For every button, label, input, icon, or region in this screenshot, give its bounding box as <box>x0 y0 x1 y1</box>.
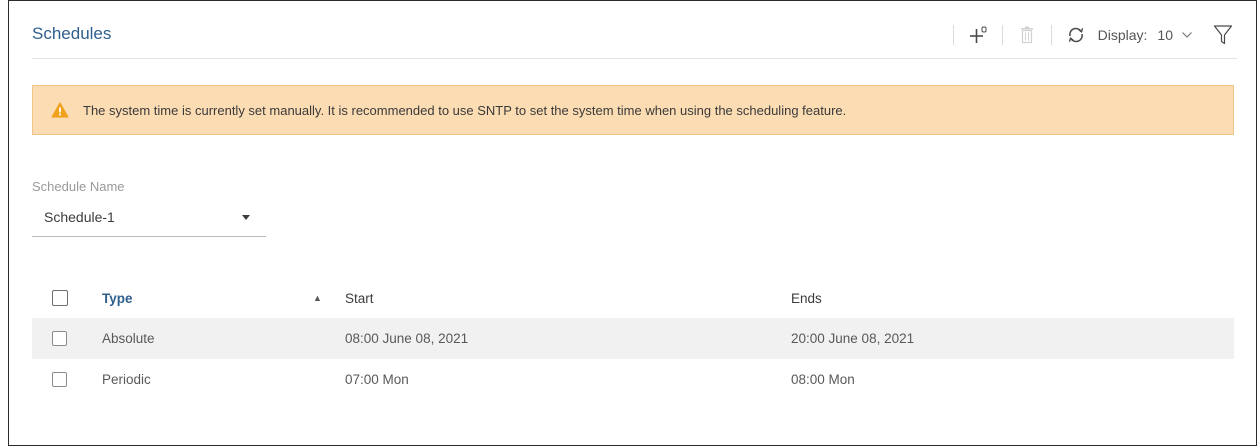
toolbar-separator <box>952 25 954 45</box>
type-value: Periodic <box>102 372 151 387</box>
type-cell: Periodic <box>102 359 151 400</box>
caret-down-icon <box>242 215 250 220</box>
type-cell: Absolute <box>102 318 155 359</box>
delete-button[interactable] <box>1015 21 1039 49</box>
display-count-value: 10 <box>1157 27 1173 43</box>
chevron-down-icon <box>1182 32 1192 38</box>
type-value: Absolute <box>102 331 155 346</box>
toolbar: Display: 10 <box>941 20 1235 50</box>
warning-alert: The system time is currently set manuall… <box>32 85 1234 135</box>
ends-value: 08:00 Mon <box>791 372 855 387</box>
page-title: Schedules <box>32 24 112 43</box>
header-divider <box>32 58 1237 59</box>
refresh-icon <box>1068 27 1083 43</box>
ends-header-label: Ends <box>791 290 822 306</box>
ends-value: 20:00 June 08, 2021 <box>791 331 915 346</box>
sort-ascending-icon[interactable]: ▲ <box>313 293 322 303</box>
start-cell: 08:00 June 08, 2021 <box>345 318 468 359</box>
toolbar-separator <box>1001 25 1003 45</box>
ends-column-header: Ends <box>791 278 822 318</box>
type-column-header[interactable]: Type <box>102 278 133 318</box>
row-check-cell <box>52 318 67 359</box>
alert-message: The system time is currently set manuall… <box>83 102 847 118</box>
toolbar-separator <box>1050 25 1052 45</box>
schedule-name-value: Schedule-1 <box>44 209 115 225</box>
start-column-header: Start <box>345 278 374 318</box>
row-checkbox[interactable] <box>52 331 67 346</box>
select-all-checkbox[interactable] <box>52 290 68 306</box>
row-check-cell <box>52 359 67 400</box>
trash-icon <box>1020 26 1033 44</box>
start-cell: 07:00 Mon <box>345 359 409 400</box>
refresh-button[interactable] <box>1064 21 1088 49</box>
schedules-table: Type ▲ Start Ends Absolute 08:00 June 08… <box>32 278 1234 400</box>
warning-icon <box>51 102 69 118</box>
start-header-label: Start <box>345 290 374 306</box>
add-button[interactable] <box>966 21 990 49</box>
row-checkbox[interactable] <box>52 372 67 387</box>
select-all-cell <box>52 278 68 318</box>
add-icon <box>969 26 987 43</box>
filter-icon <box>1213 25 1233 45</box>
start-value: 08:00 June 08, 2021 <box>345 331 469 346</box>
table-row[interactable]: Absolute 08:00 June 08, 2021 20:00 June … <box>32 318 1234 359</box>
schedule-name-label: Schedule Name <box>32 179 125 194</box>
start-value: 07:00 Mon <box>345 372 409 387</box>
filter-button[interactable] <box>1211 21 1235 49</box>
ends-cell: 08:00 Mon <box>791 359 855 400</box>
type-header-label[interactable]: Type <box>102 291 133 306</box>
sort-indicator-cell: ▲ <box>313 278 322 318</box>
display-count-select[interactable]: 10 <box>1157 27 1193 43</box>
table-header-row: Type ▲ Start Ends <box>32 278 1234 318</box>
display-label: Display: <box>1097 27 1148 43</box>
schedule-name-select[interactable]: Schedule-1 <box>32 204 266 237</box>
table-row[interactable]: Periodic 07:00 Mon 08:00 Mon <box>32 359 1234 400</box>
ends-cell: 20:00 June 08, 2021 <box>791 318 914 359</box>
